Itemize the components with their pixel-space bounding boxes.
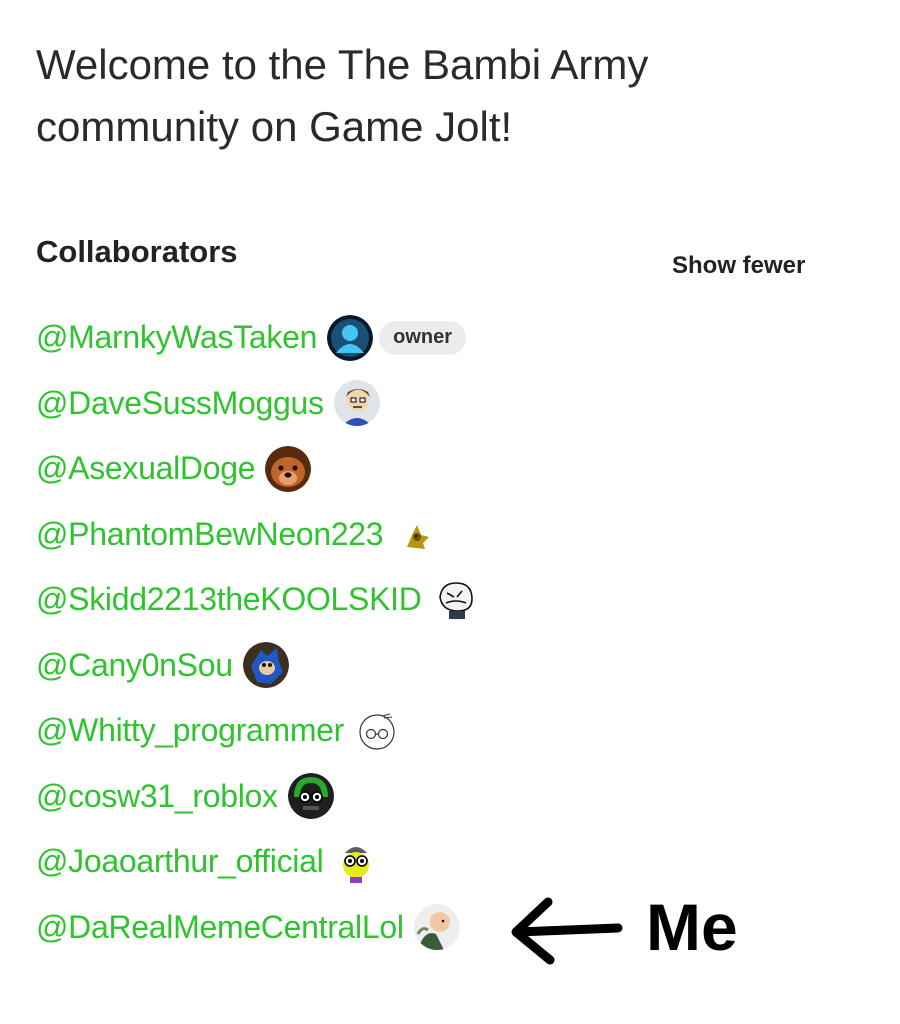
blue-silhouette-avatar[interactable] bbox=[327, 314, 374, 361]
collaborator-row: @DaveSussMoggus bbox=[36, 371, 478, 437]
show-fewer-button[interactable]: Show fewer bbox=[672, 252, 805, 280]
collaborator-link[interactable]: @MarnkyWasTaken bbox=[36, 319, 317, 356]
hand-drawn-arrow-left-icon: Me bbox=[511, 890, 738, 965]
cartoon-boy-avatar[interactable] bbox=[333, 380, 380, 427]
bald-character-avatar[interactable] bbox=[413, 904, 460, 951]
collaborator-link[interactable]: @DaveSussMoggus bbox=[36, 385, 324, 422]
collaborator-row: @MarnkyWasTaken owner bbox=[36, 305, 478, 371]
collaborator-link[interactable]: @Joaoarthur_official bbox=[36, 843, 324, 880]
collaborator-row: @Whitty_programmer bbox=[36, 698, 478, 764]
collaborator-row: @PhantomBewNeon223 bbox=[36, 502, 478, 568]
collaborator-link[interactable]: @AsexualDoge bbox=[36, 450, 256, 487]
collaborator-link[interactable]: @cosw31_roblox bbox=[36, 778, 278, 815]
collaborator-row: @cosw31_roblox bbox=[36, 764, 478, 830]
collaborators-list: @MarnkyWasTaken owner @DaveSussMoggus @A… bbox=[36, 305, 478, 960]
collaborator-link[interactable]: @DaRealMemeCentralLol bbox=[36, 909, 404, 946]
collaborator-link[interactable]: @Skidd2213theKOOLSKID bbox=[36, 581, 422, 618]
collaborator-link[interactable]: @PhantomBewNeon223 bbox=[36, 516, 384, 553]
collaborator-row: @AsexualDoge bbox=[36, 436, 478, 502]
collaborator-row: @Skidd2213theKOOLSKID bbox=[36, 567, 478, 633]
me-annotation-text: Me bbox=[646, 890, 738, 964]
dog-avatar[interactable] bbox=[265, 445, 312, 492]
welcome-heading: Welcome to the The Bambi Army community … bbox=[36, 41, 649, 150]
collaborator-row: @DaRealMemeCentralLol bbox=[36, 895, 478, 961]
yellow-goggles-avatar[interactable] bbox=[333, 838, 380, 885]
collaborator-row: @Joaoarthur_official bbox=[36, 829, 478, 895]
collaborator-link[interactable]: @Whitty_programmer bbox=[36, 712, 344, 749]
green-headset-avatar[interactable] bbox=[287, 773, 334, 820]
collaborator-link[interactable]: @Cany0nSou bbox=[36, 647, 233, 684]
collaborator-row: @Cany0nSou bbox=[36, 633, 478, 699]
owner-badge: owner bbox=[379, 320, 467, 355]
sketch-face-avatar[interactable] bbox=[431, 576, 478, 623]
collaborators-heading: Collaborators bbox=[36, 234, 238, 269]
sketch-glasses-avatar[interactable] bbox=[354, 707, 401, 754]
yellow-creature-avatar[interactable] bbox=[393, 511, 440, 558]
blue-hedgehog-avatar[interactable] bbox=[242, 642, 289, 689]
